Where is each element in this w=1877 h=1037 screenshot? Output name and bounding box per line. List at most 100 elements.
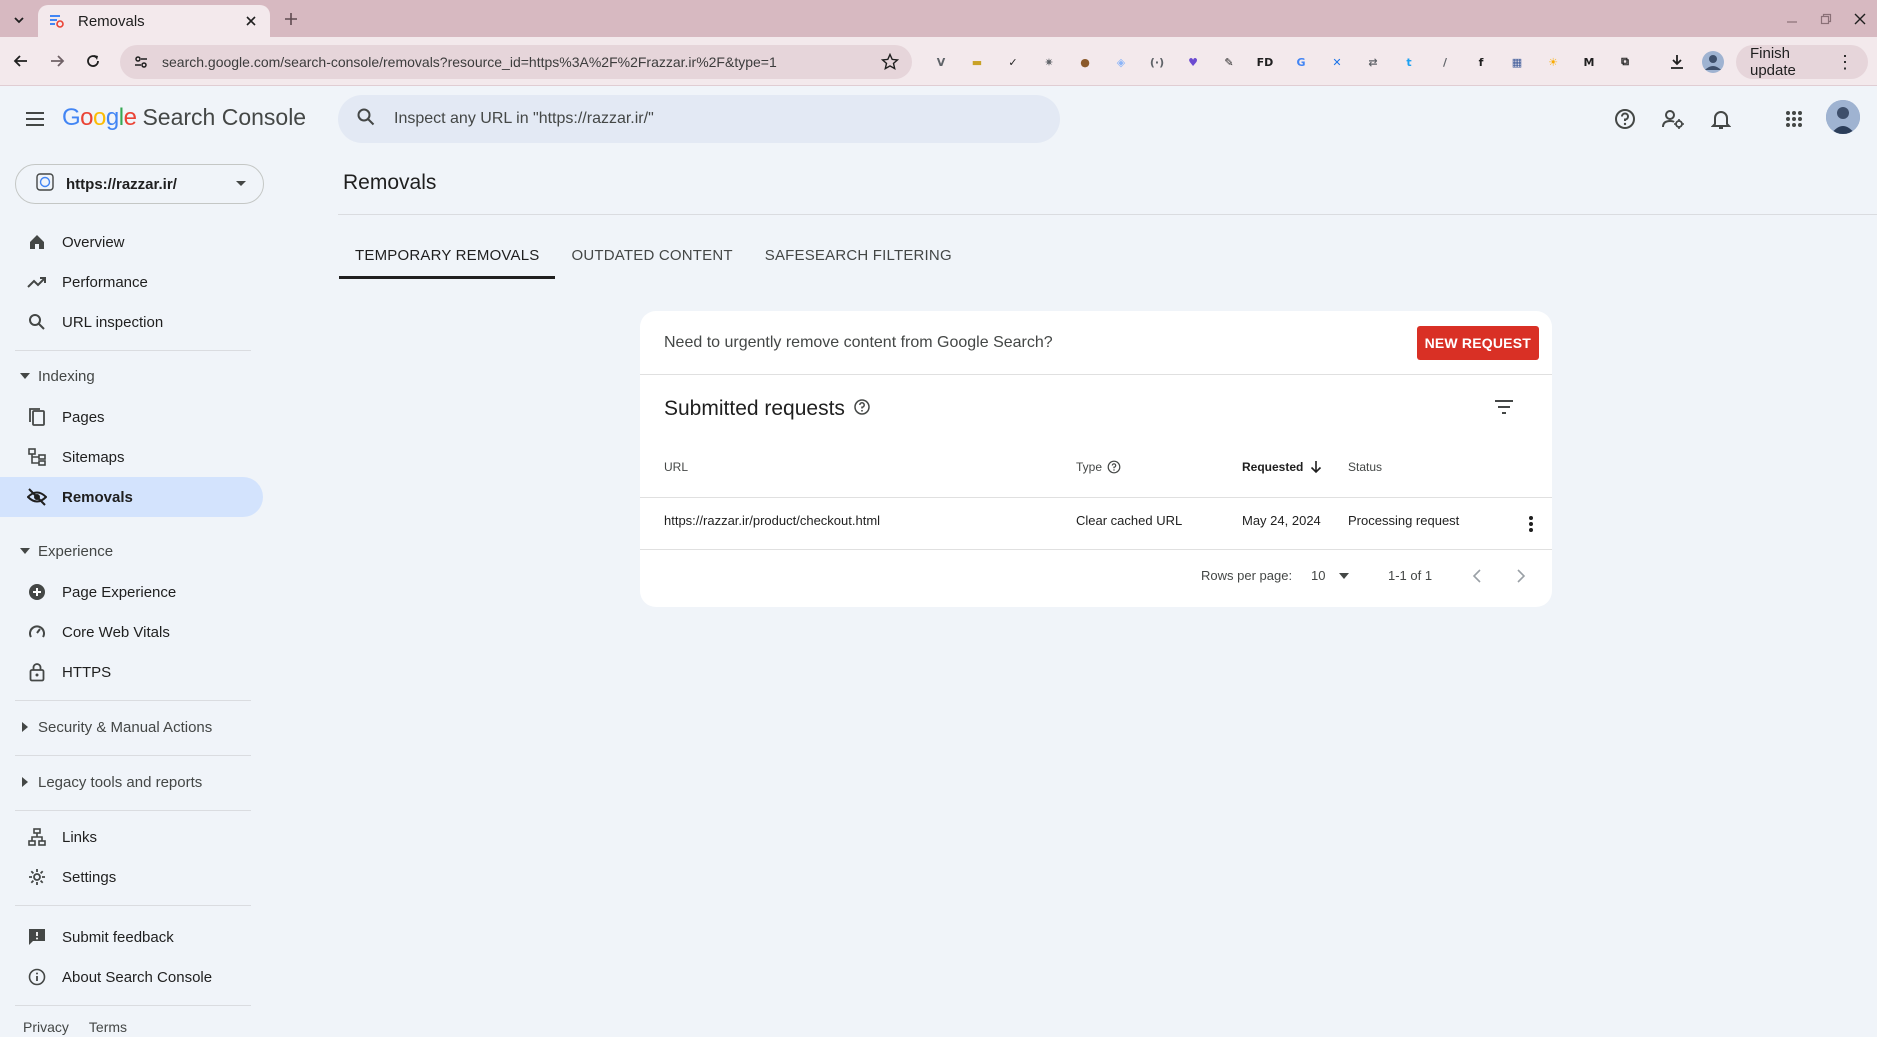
sidebar-item-url-inspection[interactable]: URL inspection — [0, 302, 263, 342]
sidebar-item-overview[interactable]: Overview — [0, 222, 263, 262]
property-selector[interactable]: https://razzar.ir/ — [15, 164, 264, 204]
cookie-ext-icon[interactable]: ● — [1072, 49, 1098, 75]
tab-search-chevron-icon[interactable] — [8, 9, 30, 31]
t-ext-icon[interactable]: t — [1396, 49, 1422, 75]
new-request-button[interactable]: NEW REQUEST — [1416, 325, 1539, 360]
vimium-icon[interactable]: V — [928, 49, 954, 75]
help-circle-icon[interactable] — [1107, 460, 1121, 474]
code-ext-icon[interactable]: (·) — [1144, 49, 1170, 75]
finish-update-button[interactable]: Finish update ⋮ — [1736, 45, 1868, 79]
google-apps-grid-icon[interactable] — [1780, 105, 1808, 133]
sidebar-item-links[interactable]: Links — [0, 817, 263, 857]
fd-ext-icon[interactable]: FD — [1252, 49, 1278, 75]
site-settings-icon[interactable] — [132, 53, 150, 71]
removal-tabs: TEMPORARY REMOVALS OUTDATED CONTENT SAFE… — [339, 231, 968, 279]
sidebar-item-label: Performance — [62, 273, 148, 291]
notifications-bell-icon[interactable] — [1707, 105, 1735, 133]
folder-ext-icon[interactable]: ▬ — [964, 49, 990, 75]
reload-icon[interactable] — [80, 48, 106, 74]
sidebar-item-label: HTTPS — [62, 663, 112, 681]
terms-link[interactable]: Terms — [89, 1019, 127, 1035]
forward-arrow-icon[interactable] — [44, 48, 70, 74]
sun-ext-icon[interactable]: ☀ — [1540, 49, 1566, 75]
sidebar-section-indexing[interactable]: Indexing — [0, 358, 263, 394]
sidebar-item-core-web-vitals[interactable]: Core Web Vitals — [0, 612, 263, 652]
search-console-logo[interactable]: Google Search Console — [62, 104, 306, 132]
sidebar-item-label: Submit feedback — [62, 928, 174, 946]
bookmark-star-icon[interactable] — [880, 52, 900, 72]
brush-ext-icon[interactable]: / — [1432, 49, 1458, 75]
minimize-icon[interactable] — [1775, 0, 1809, 37]
sidebar-item-label: URL inspection — [62, 313, 164, 331]
heart-ext-icon[interactable]: ♥ — [1180, 49, 1206, 75]
help-circle-icon[interactable] — [853, 398, 871, 421]
restore-icon[interactable] — [1809, 0, 1843, 37]
address-url[interactable]: search.google.com/search-console/removal… — [162, 54, 880, 70]
download-icon[interactable] — [1664, 49, 1690, 75]
url-inspection-input[interactable] — [394, 110, 1042, 128]
sidebar-item-pages[interactable]: Pages — [0, 397, 263, 437]
search-icon — [26, 311, 48, 333]
address-bar[interactable]: search.google.com/search-console/removal… — [120, 45, 912, 79]
column-header-type: Type — [1076, 460, 1121, 474]
sidebar-item-label: Settings — [62, 868, 117, 886]
back-arrow-icon[interactable] — [8, 48, 34, 74]
submitted-requests-heading: Submitted requests — [664, 397, 871, 421]
m-ext-icon[interactable]: M — [1576, 49, 1602, 75]
privacy-link[interactable]: Privacy — [23, 1019, 69, 1035]
caret-down-icon — [18, 544, 32, 558]
hamburger-menu-icon[interactable] — [22, 106, 48, 132]
sidebar-item-submit-feedback[interactable]: Submit feedback — [0, 917, 263, 957]
profile-avatar-small[interactable] — [1700, 49, 1726, 75]
section-label: Legacy tools and reports — [38, 773, 203, 791]
sidebar-section-experience[interactable]: Experience — [0, 533, 263, 569]
next-page-icon[interactable] — [1509, 564, 1533, 588]
grid-ext-icon[interactable]: ▦ — [1504, 49, 1530, 75]
sidebar-item-label: About Search Console — [62, 968, 213, 986]
tab-outdated-content[interactable]: OUTDATED CONTENT — [555, 231, 748, 279]
translate-ext-icon[interactable]: G — [1288, 49, 1314, 75]
shield-ext-icon[interactable]: ◈ — [1108, 49, 1134, 75]
new-tab-plus-icon[interactable] — [280, 8, 302, 30]
product-name: Search Console — [142, 104, 307, 130]
sidebar-item-removals[interactable]: Removals — [0, 477, 263, 517]
tab-temporary-removals[interactable]: TEMPORARY REMOVALS — [339, 231, 556, 279]
url-inspection-search[interactable] — [338, 95, 1060, 143]
rows-per-page-select[interactable]: 10 — [1311, 568, 1350, 583]
filter-list-icon[interactable] — [1490, 393, 1518, 421]
puzzle-ext-icon[interactable]: ⧉ — [1612, 49, 1638, 75]
search-icon — [356, 107, 376, 132]
help-icon[interactable] — [1611, 105, 1639, 133]
close-tab-icon[interactable] — [242, 12, 260, 30]
pen-ext-icon[interactable]: ✎ — [1216, 49, 1242, 75]
sidebar-item-label: Links — [62, 828, 98, 846]
check-circle-ext-icon[interactable]: ✓ — [1000, 49, 1026, 75]
previous-page-icon[interactable] — [1465, 564, 1489, 588]
browser-tab[interactable]: Removals — [38, 5, 270, 37]
tab-safesearch-filtering[interactable]: SAFESEARCH FILTERING — [749, 231, 968, 279]
f-ext-icon[interactable]: f — [1468, 49, 1494, 75]
sidebar-item-settings[interactable]: Settings — [0, 857, 263, 897]
gear-icon — [26, 866, 48, 888]
trending-up-icon — [26, 271, 48, 293]
google-wordmark: Google — [62, 104, 137, 131]
sidebar-item-performance[interactable]: Performance — [0, 262, 263, 302]
sidebar-section-security[interactable]: Security & Manual Actions — [0, 709, 263, 745]
gear-ext-icon[interactable]: ✷ — [1036, 49, 1062, 75]
manage-users-icon[interactable] — [1659, 105, 1687, 133]
extensions-row: V ▬ ✓ ✷ ● ◈ (·) ♥ ✎ FD G ✕ ⇄ t / f ▦ ☀ M ⧉ — [928, 49, 1648, 75]
column-header-requested[interactable]: Requested — [1242, 460, 1322, 474]
sync-ext-icon[interactable]: ⇄ — [1360, 49, 1386, 75]
close-window-icon[interactable] — [1843, 0, 1877, 37]
sidebar-item-sitemaps[interactable]: Sitemaps — [0, 437, 263, 477]
sidebar-item-page-experience[interactable]: Page Experience — [0, 572, 263, 612]
banner-text: Need to urgently remove content from Goo… — [664, 333, 1053, 351]
row-more-vert-icon[interactable] — [1519, 512, 1543, 536]
sidebar-item-label: Sitemaps — [62, 448, 125, 466]
sidebar-item-about[interactable]: About Search Console — [0, 957, 263, 997]
account-avatar[interactable] — [1826, 100, 1860, 134]
plus-circle-icon — [26, 581, 48, 603]
shuffle-ext-icon[interactable]: ✕ — [1324, 49, 1350, 75]
sidebar-item-https[interactable]: HTTPS — [0, 652, 263, 692]
sidebar-section-legacy[interactable]: Legacy tools and reports — [0, 764, 263, 800]
